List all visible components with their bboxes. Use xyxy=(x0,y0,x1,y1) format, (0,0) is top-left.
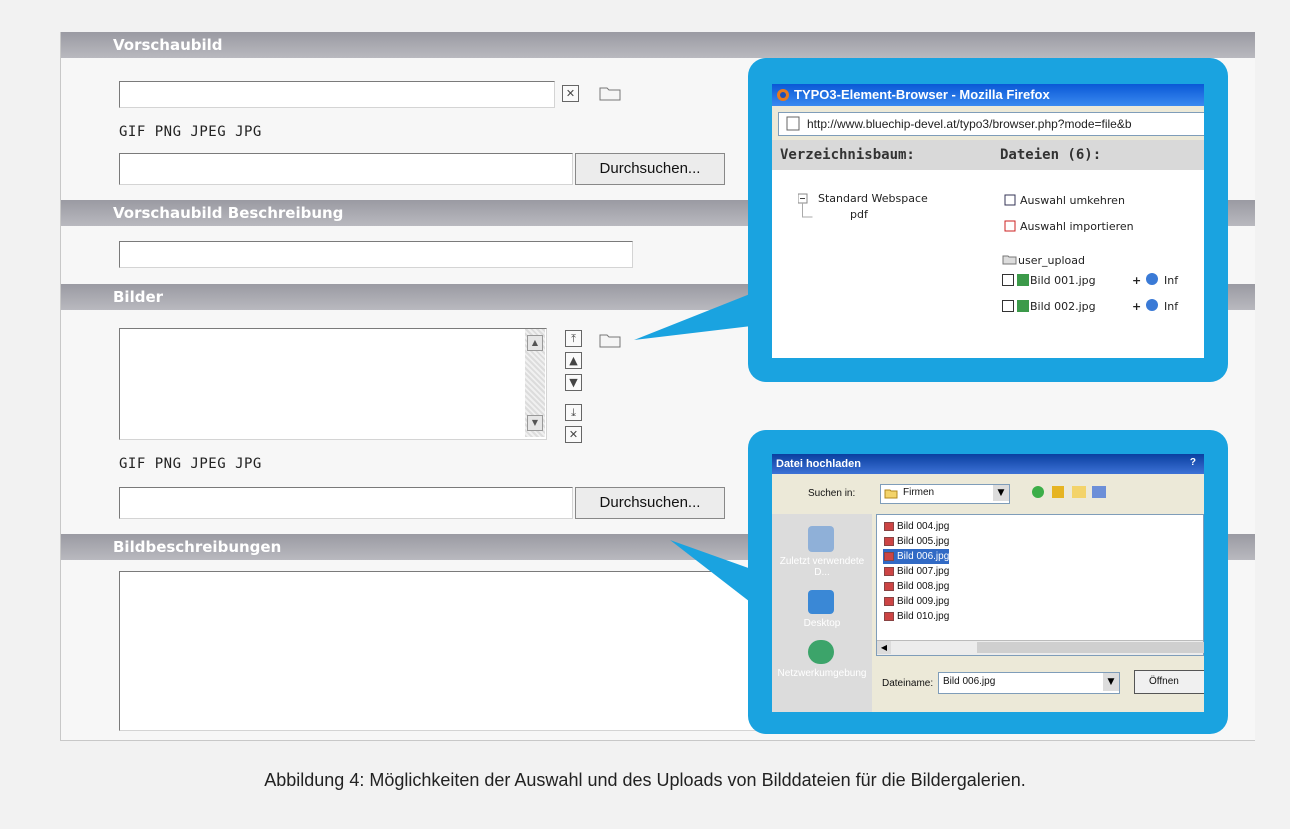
images-list[interactable]: ▲ ▼ xyxy=(119,328,547,440)
preview-description-field[interactable] xyxy=(119,241,633,268)
images-file-input[interactable] xyxy=(119,487,573,519)
import-selection-link[interactable]: Auswahl importieren xyxy=(1020,220,1134,233)
help-button[interactable]: ? xyxy=(1190,457,1196,468)
page-icon xyxy=(786,116,800,131)
upload-dialog-callout: Datei hochladen ? Suchen in: Firmen ▼ Zu… xyxy=(748,430,1228,734)
file-name[interactable]: Bild 001.jpg xyxy=(1030,274,1096,287)
file-item[interactable]: Bild 008.jpg xyxy=(883,579,949,594)
look-in-select[interactable]: Firmen ▼ xyxy=(880,484,1010,504)
move-top-icon[interactable]: ⤒ xyxy=(565,330,582,347)
delete-icon[interactable]: ✕ xyxy=(562,85,579,102)
window-title: TYPO3-Element-Browser - Mozilla Firefox xyxy=(772,84,1204,106)
image-file-icon xyxy=(1017,274,1029,312)
scroll-down-icon[interactable]: ▼ xyxy=(527,415,543,431)
dialog-title: Datei hochladen xyxy=(772,454,1204,474)
filename-value: Bild 006.jpg xyxy=(943,676,996,687)
folder-name[interactable]: user_upload xyxy=(1018,254,1085,267)
places-bar: Zuletzt verwendete D... Desktop Netzwerk… xyxy=(772,514,872,712)
places-desktop[interactable]: Desktop xyxy=(776,618,868,629)
places-network[interactable]: Netzwerkumgebung xyxy=(776,668,868,679)
preview-file-input[interactable] xyxy=(119,153,573,185)
scroll-left-icon[interactable]: ◀ xyxy=(877,641,891,654)
file-checkbox[interactable] xyxy=(1002,274,1014,286)
tree-item[interactable]: pdf xyxy=(850,208,868,221)
filename-input[interactable]: Bild 006.jpg ▼ xyxy=(938,672,1120,694)
file-item[interactable]: Bild 004.jpg xyxy=(883,519,949,534)
move-down-icon[interactable]: ▼ xyxy=(565,374,582,391)
add-icon[interactable]: + xyxy=(1132,300,1141,313)
chevron-down-icon[interactable]: ▼ xyxy=(993,485,1009,501)
move-up-icon[interactable]: ▲ xyxy=(565,352,582,369)
info-label[interactable]: Inf xyxy=(1164,300,1178,313)
firefox-icon xyxy=(777,89,789,101)
info-icon[interactable] xyxy=(1146,299,1158,311)
file-name[interactable]: Bild 002.jpg xyxy=(1030,300,1096,313)
browse-button[interactable]: Durchsuchen... xyxy=(575,487,725,519)
open-label: Öffnen xyxy=(1149,676,1179,687)
filename-label: Dateiname: xyxy=(882,678,934,689)
figure-caption: Abbildung 4: Möglichkeiten der Auswahl u… xyxy=(264,770,1026,790)
chevron-down-icon[interactable]: ▼ xyxy=(1103,673,1119,691)
invert-selection-link[interactable]: Auswahl umkehren xyxy=(1020,194,1125,207)
info-label[interactable]: Inf xyxy=(1164,274,1178,287)
folder-icon xyxy=(884,489,898,499)
folder-icon xyxy=(1002,255,1017,265)
view-menu-icon[interactable] xyxy=(1092,486,1106,498)
delete-icon[interactable]: ✕ xyxy=(565,426,582,443)
desktop-icon[interactable] xyxy=(808,590,834,614)
section-header-preview: Vorschaubild xyxy=(61,32,1255,58)
allowed-formats: GIF PNG JPEG JPG xyxy=(119,124,262,140)
file-list: Bild 004.jpg Bild 005.jpg Bild 006.jpg B… xyxy=(876,514,1204,656)
horizontal-scrollbar[interactable]: ◀ xyxy=(877,640,1204,655)
file-item-selected[interactable]: Bild 006.jpg xyxy=(883,549,950,564)
info-icon[interactable] xyxy=(1146,273,1158,285)
open-button[interactable]: Öffnen xyxy=(1134,670,1204,694)
invert-icon xyxy=(1004,194,1016,206)
allowed-formats: GIF PNG JPEG JPG xyxy=(119,456,262,472)
recent-icon[interactable] xyxy=(808,526,834,552)
firefox-window: TYPO3-Element-Browser - Mozilla Firefox … xyxy=(772,84,1204,358)
browse-button[interactable]: Durchsuchen... xyxy=(575,153,725,185)
file-upload-dialog: Datei hochladen ? Suchen in: Firmen ▼ Zu… xyxy=(772,454,1204,712)
scroll-up-icon[interactable]: ▲ xyxy=(527,335,543,351)
folder-icon[interactable] xyxy=(599,332,621,348)
look-in-label: Suchen in: xyxy=(808,488,856,499)
file-item[interactable]: Bild 010.jpg xyxy=(883,609,949,624)
callout-pointer xyxy=(670,540,754,605)
scrollbar-thumb[interactable] xyxy=(977,642,1204,653)
folder-icon[interactable] xyxy=(599,85,621,101)
tree-item[interactable]: Standard Webspace xyxy=(818,192,928,205)
up-folder-icon[interactable] xyxy=(1052,486,1064,498)
places-recent[interactable]: Zuletzt verwendete D... xyxy=(776,556,868,578)
element-browser-callout: TYPO3-Element-Browser - Mozilla Firefox … xyxy=(748,58,1228,382)
new-folder-icon[interactable] xyxy=(1072,486,1086,498)
preview-image-field[interactable] xyxy=(119,81,555,108)
back-icon[interactable] xyxy=(1032,486,1044,498)
tree-header: Verzeichnisbaum: xyxy=(772,140,994,170)
tree-lines-icon xyxy=(798,193,813,218)
import-icon xyxy=(1004,220,1016,232)
move-bottom-icon[interactable]: ⤓ xyxy=(565,404,582,421)
file-checkbox[interactable] xyxy=(1002,300,1014,312)
look-in-value: Firmen xyxy=(903,487,935,498)
add-icon[interactable]: + xyxy=(1132,274,1141,287)
images-list-scrollbar[interactable]: ▲ ▼ xyxy=(525,329,545,437)
file-item[interactable]: Bild 007.jpg xyxy=(883,564,949,579)
files-header: Dateien (6): xyxy=(992,140,1204,170)
file-item[interactable]: Bild 009.jpg xyxy=(883,594,949,609)
network-icon[interactable] xyxy=(808,640,834,664)
file-item[interactable]: Bild 005.jpg xyxy=(883,534,949,549)
image-descriptions-field[interactable] xyxy=(119,571,759,731)
address-bar[interactable]: http://www.bluechip-devel.at/typo3/brows… xyxy=(778,112,1204,136)
browser-content: Verzeichnisbaum: Dateien (6): Standard W… xyxy=(772,140,1204,358)
